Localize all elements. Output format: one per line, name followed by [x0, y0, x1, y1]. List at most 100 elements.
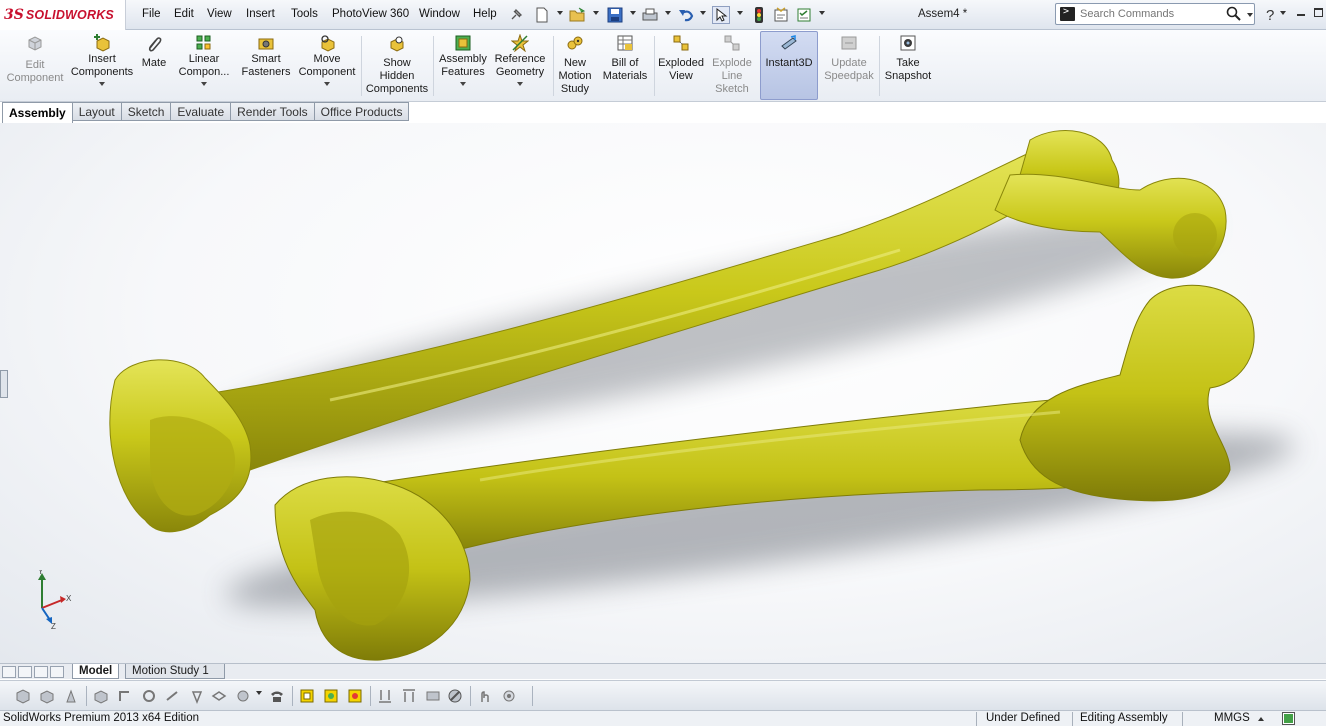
align-top-icon[interactable]: [400, 687, 418, 705]
new-motion-study-button[interactable]: New Motion Study: [555, 32, 595, 100]
options-icon[interactable]: [795, 6, 813, 24]
assembly-features-button[interactable]: Assembly Features: [436, 32, 490, 100]
file-properties-icon[interactable]: [772, 6, 790, 24]
magnifier-icon[interactable]: [1226, 6, 1242, 22]
edit-appearance-icon[interactable]: [714, 123, 732, 125]
next-tab-arrow[interactable]: [34, 666, 48, 678]
units-system[interactable]: MMGS: [1214, 712, 1250, 724]
smart-fasteners-button[interactable]: Smart Fasteners: [236, 32, 296, 100]
highlight-edge-icon[interactable]: [346, 687, 364, 705]
highlight-component-icon[interactable]: [298, 687, 316, 705]
question-icon[interactable]: ?: [1262, 6, 1280, 24]
telephone-icon[interactable]: [268, 687, 286, 705]
explode-line-sketch-button[interactable]: Explode Line Sketch: [707, 32, 757, 100]
update-speedpak-button[interactable]: Update Speedpak: [821, 32, 877, 100]
print-dropdown-arrow[interactable]: [665, 11, 671, 15]
previous-view-icon[interactable]: [578, 123, 596, 125]
move-component-dropdown-arrow[interactable]: [324, 82, 330, 86]
help-dropdown-arrow[interactable]: [1280, 11, 1286, 15]
view-orientation-icon[interactable]: [618, 123, 636, 125]
hide-show-items-icon[interactable]: [682, 123, 700, 125]
clearance-icon[interactable]: [210, 687, 228, 705]
no-entry-icon[interactable]: [446, 687, 464, 705]
select-cursor-icon[interactable]: [712, 6, 730, 24]
tab-motion-study-1[interactable]: Motion Study 1: [125, 664, 225, 679]
rebuild-status-icon[interactable]: [1282, 712, 1295, 725]
solidworks-logo[interactable]: 3S SOLIDWORKS: [0, 0, 126, 30]
minimize-window-icon[interactable]: [1297, 14, 1305, 16]
component-icon[interactable]: [14, 687, 32, 705]
feature-manager-expand-handle[interactable]: [0, 370, 8, 398]
new-document-icon[interactable]: [533, 6, 551, 24]
display-style-icon[interactable]: [650, 123, 668, 125]
highlight-face-icon[interactable]: [322, 687, 340, 705]
linear-component-pattern-button[interactable]: Linear Compon...: [172, 32, 236, 100]
open-dropdown-arrow[interactable]: [593, 11, 599, 15]
maximize-window-icon[interactable]: [1314, 8, 1323, 17]
tab-assembly[interactable]: Assembly: [2, 102, 73, 123]
previous-tab-arrow[interactable]: [18, 666, 32, 678]
hole-alignment-icon[interactable]: [234, 687, 252, 705]
units-up-arrow[interactable]: [1258, 717, 1264, 721]
fix-component-icon[interactable]: [62, 687, 80, 705]
zoom-to-fit-icon[interactable]: [538, 123, 556, 125]
exploded-view-button[interactable]: Exploded View: [656, 32, 706, 100]
menu-tools[interactable]: Tools: [291, 8, 318, 20]
section-view-icon[interactable]: [598, 123, 616, 125]
insert-components-button[interactable]: Insert Components: [69, 32, 135, 100]
reference-geometry-dropdown-arrow[interactable]: [517, 82, 523, 86]
undo-dropdown-arrow[interactable]: [700, 11, 706, 15]
tab-evaluate[interactable]: Evaluate: [171, 102, 232, 121]
take-snapshot-button[interactable]: Take Snapshot: [882, 32, 934, 100]
linear-component-dropdown-arrow[interactable]: [201, 82, 207, 86]
tab-sketch[interactable]: Sketch: [121, 102, 172, 121]
pushpin-icon[interactable]: [507, 6, 525, 24]
search-commands-input[interactable]: [1080, 6, 1220, 22]
apply-scene-icon[interactable]: [734, 123, 752, 125]
undo-icon[interactable]: [677, 6, 695, 24]
view-settings-icon[interactable]: [766, 123, 784, 125]
new-dropdown-arrow[interactable]: [557, 11, 563, 15]
reference-geometry-button[interactable]: Reference Geometry: [490, 32, 550, 100]
hole-alignment-dropdown-arrow[interactable]: [256, 691, 262, 695]
search-commands-box[interactable]: [1055, 3, 1255, 25]
rotate-component-icon[interactable]: [116, 687, 134, 705]
hand-pointer-icon[interactable]: [476, 687, 494, 705]
duplicate-component-icon[interactable]: [38, 687, 56, 705]
float-component-icon[interactable]: [92, 687, 110, 705]
bill-of-materials-button[interactable]: Bill of Materials: [598, 32, 652, 100]
first-tab-arrow[interactable]: [2, 666, 16, 678]
smart-mate-icon[interactable]: [164, 687, 182, 705]
mate-button[interactable]: Mate: [138, 32, 170, 100]
print-icon[interactable]: [641, 6, 659, 24]
interference-icon[interactable]: [188, 687, 206, 705]
tab-model[interactable]: Model: [72, 664, 120, 679]
last-tab-arrow[interactable]: [50, 666, 64, 678]
distribute-icon[interactable]: [424, 687, 442, 705]
tab-render-tools[interactable]: Render Tools: [231, 102, 315, 121]
tab-layout[interactable]: Layout: [72, 102, 122, 121]
menu-file[interactable]: File: [142, 8, 161, 20]
save-dropdown-arrow[interactable]: [630, 11, 636, 15]
options-dropdown-arrow[interactable]: [819, 11, 825, 15]
menu-view[interactable]: View: [207, 8, 232, 20]
search-dropdown-arrow[interactable]: [1247, 13, 1253, 17]
rebuild-traffic-light-icon[interactable]: [750, 6, 768, 24]
menu-insert[interactable]: Insert: [246, 8, 275, 20]
move-component-button[interactable]: Move Component: [296, 32, 358, 100]
tab-office-products[interactable]: Office Products: [314, 102, 410, 121]
show-hidden-components-button[interactable]: Show Hidden Components: [364, 32, 430, 100]
menu-photoview[interactable]: PhotoView 360: [332, 8, 409, 20]
edit-component-button[interactable]: Edit Component: [2, 32, 68, 100]
menu-window[interactable]: Window: [419, 8, 460, 20]
assembly-features-dropdown-arrow[interactable]: [460, 82, 466, 86]
menu-help[interactable]: Help: [473, 8, 497, 20]
motion-gear-icon[interactable]: [500, 687, 518, 705]
select-dropdown-arrow[interactable]: [737, 11, 743, 15]
open-folder-icon[interactable]: [569, 6, 587, 24]
move-with-triad-icon[interactable]: [140, 687, 158, 705]
save-icon[interactable]: [606, 6, 624, 24]
instant3d-button[interactable]: Instant3D: [760, 31, 818, 100]
zoom-to-area-icon[interactable]: [558, 123, 576, 125]
insert-components-dropdown-arrow[interactable]: [99, 82, 105, 86]
